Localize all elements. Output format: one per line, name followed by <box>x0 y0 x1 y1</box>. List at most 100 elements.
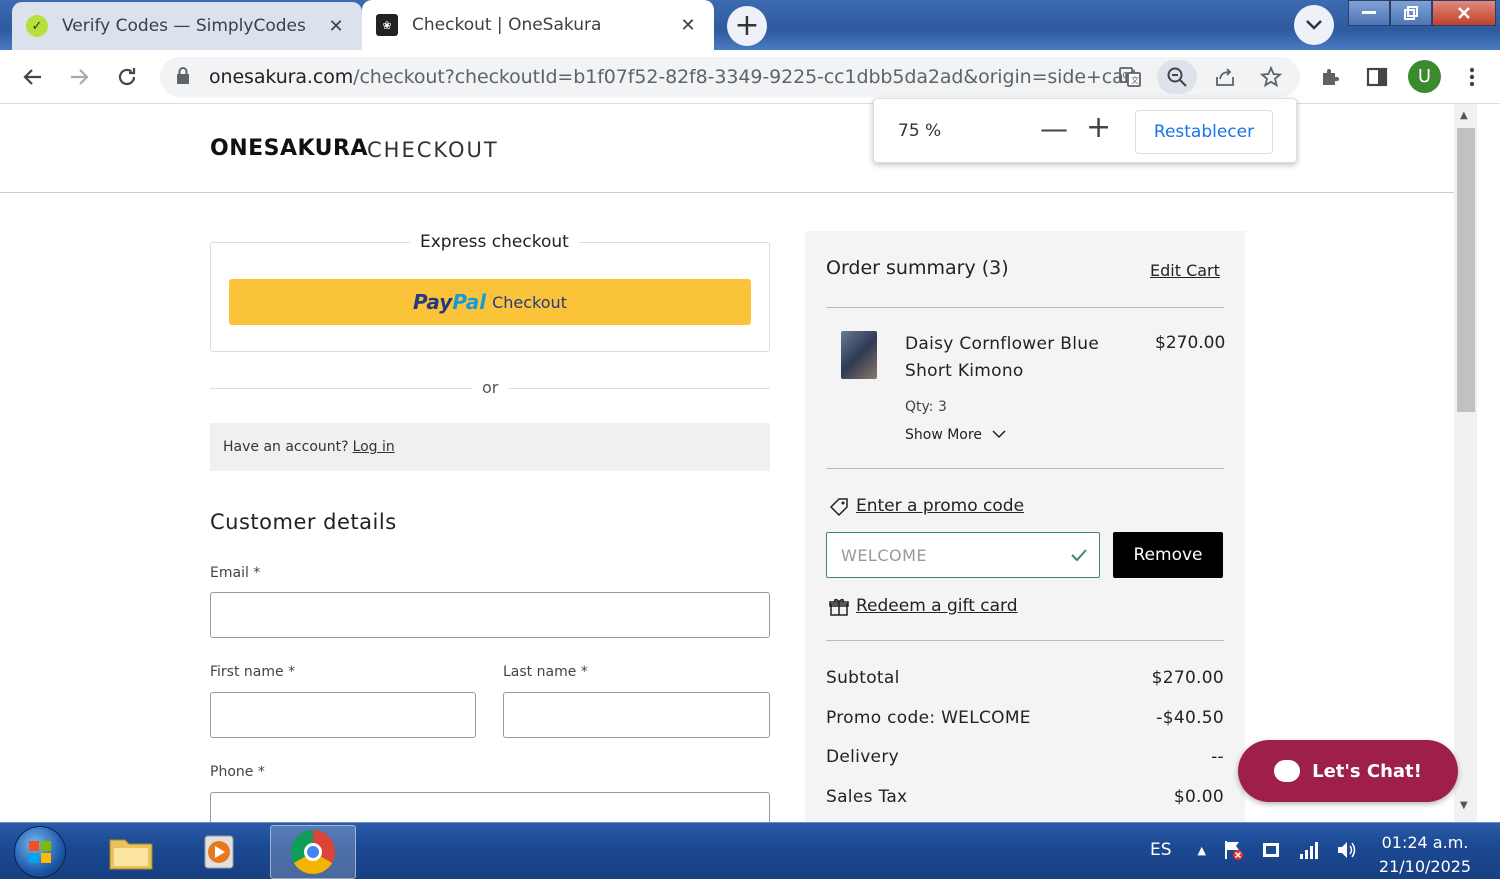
chevron-down-icon <box>1306 20 1322 30</box>
paypal-logo-pal: Pal <box>452 290 487 314</box>
show-more-button[interactable]: Show More <box>905 427 1006 443</box>
svg-text:文: 文 <box>1131 75 1139 85</box>
promo-label: Promo code: WELCOME <box>826 708 1031 728</box>
paypal-logo-pay: Pay <box>413 290 453 314</box>
taskbar-media-player[interactable] <box>188 826 250 878</box>
reload-icon <box>118 68 136 86</box>
network-adapter-icon[interactable] <box>1260 839 1282 861</box>
phone-label: Phone * <box>210 764 265 780</box>
close-window-button[interactable] <box>1432 0 1496 26</box>
url-path: /checkout?checkoutId=b1f07f52-82f8-3349-… <box>353 66 1139 88</box>
phone-field[interactable] <box>210 792 770 822</box>
close-tab-icon[interactable]: ✕ <box>324 16 348 37</box>
maximize-button[interactable] <box>1390 0 1432 26</box>
language-indicator[interactable]: ES <box>1150 840 1172 860</box>
new-tab-button[interactable]: + <box>727 6 767 46</box>
page-content: ONESAKURA CHECKOUT Express checkout Pay P… <box>0 104 1454 822</box>
order-summary-title: Order summary (3) <box>826 257 1009 279</box>
forward-arrow-icon <box>71 69 89 85</box>
minimize-button[interactable] <box>1348 0 1390 26</box>
page-title: CHECKOUT <box>367 138 499 162</box>
brand-logo[interactable]: ONESAKURA <box>210 136 368 161</box>
folder-icon <box>109 839 153 870</box>
restore-icon <box>1404 6 1418 20</box>
clock-date: 21/10/2025 <box>1378 857 1472 876</box>
last-name-label: Last name * <box>503 664 588 680</box>
profile-avatar[interactable]: U <box>1408 60 1441 93</box>
email-field[interactable] <box>210 592 770 638</box>
sales-tax-row: Sales Tax $0.00 <box>826 787 1224 807</box>
url-text[interactable]: onesakura.com/checkout?checkoutId=b1f07f… <box>209 66 1139 88</box>
promo-code-input[interactable]: WELCOME <box>826 532 1100 578</box>
remove-promo-button[interactable]: Remove <box>1113 532 1223 578</box>
translate-icon[interactable]: G文 <box>1115 62 1145 92</box>
tray-expand-icon[interactable]: ▲ <box>1198 844 1206 857</box>
taskbar-explorer[interactable] <box>100 826 162 878</box>
zoom-reset-button[interactable]: Restablecer <box>1135 110 1273 154</box>
chat-button[interactable]: Let's Chat! <box>1238 740 1458 802</box>
scrollbar-thumb[interactable] <box>1457 128 1475 412</box>
menu-kebab-icon[interactable] <box>1457 62 1487 92</box>
back-button[interactable] <box>18 62 48 92</box>
first-name-label: First name * <box>210 664 296 680</box>
taskbar-clock[interactable]: 01:24 a.m. 21/10/2025 <box>1366 831 1484 879</box>
back-arrow-icon <box>23 69 41 85</box>
paypal-checkout-label: Checkout <box>492 292 567 312</box>
subtotal-value: $270.00 <box>1151 668 1224 688</box>
signal-bars-icon[interactable] <box>1298 839 1320 861</box>
order-summary-panel: Order summary (3) Edit Cart Daisy Cornfl… <box>805 231 1245 822</box>
or-separator: or <box>482 378 499 397</box>
enter-promo-code-link[interactable]: Enter a promo code <box>856 496 1024 516</box>
tab-simplycodes[interactable]: ✓ Verify Codes — SimplyCodes ✕ <box>12 2 362 50</box>
product-qty: Qty: 3 <box>905 399 947 415</box>
side-panel-icon[interactable] <box>1362 62 1392 92</box>
first-name-field[interactable] <box>210 692 476 738</box>
divider <box>826 640 1224 641</box>
zoom-icon[interactable] <box>1157 60 1197 94</box>
tag-icon <box>829 498 848 517</box>
zoom-in-button[interactable]: + <box>1086 113 1111 143</box>
promo-row: Promo code: WELCOME -$40.50 <box>826 708 1224 728</box>
reload-button[interactable] <box>112 62 142 92</box>
delivery-row: Delivery -- <box>826 747 1224 767</box>
show-more-label: Show More <box>905 427 982 443</box>
sales-tax-label: Sales Tax <box>826 787 908 807</box>
chevron-down-icon <box>992 430 1006 439</box>
check-icon <box>1071 549 1087 562</box>
sales-tax-value: $0.00 <box>1173 787 1224 807</box>
edit-cart-link[interactable]: Edit Cart <box>1150 261 1220 280</box>
forward-button[interactable] <box>64 62 94 92</box>
delivery-value: -- <box>1211 747 1224 767</box>
bookmark-star-icon[interactable] <box>1256 62 1286 92</box>
paypal-checkout-button[interactable]: Pay Pal Checkout <box>229 279 751 325</box>
express-checkout-label: Express checkout <box>410 232 579 252</box>
scroll-down-arrow-icon[interactable]: ▼ <box>1460 800 1468 811</box>
page-scrollbar[interactable]: ▲ ▼ <box>1454 104 1477 822</box>
volume-icon[interactable] <box>1336 839 1358 861</box>
extensions-icon[interactable] <box>1315 62 1345 92</box>
product-name: Daisy Cornflower Blue Short Kimono <box>905 334 1100 381</box>
scroll-up-arrow-icon[interactable]: ▲ <box>1460 110 1468 121</box>
login-link[interactable]: Log in <box>353 439 395 455</box>
share-icon[interactable] <box>1210 62 1240 92</box>
lock-icon[interactable] <box>175 66 191 90</box>
redeem-gift-card-link[interactable]: Redeem a gift card <box>856 596 1018 616</box>
action-center-flag-icon[interactable] <box>1222 839 1244 861</box>
tab-onesakura[interactable]: ❀ Checkout | OneSakura ✕ <box>362 0 714 50</box>
taskbar-chrome[interactable] <box>270 825 356 879</box>
account-prompt: Have an account? Log in <box>210 423 770 471</box>
start-button[interactable] <box>14 826 66 878</box>
minimize-icon <box>1362 11 1376 14</box>
chrome-logo-icon <box>291 830 335 874</box>
subtotal-row: Subtotal $270.00 <box>826 668 1224 688</box>
close-icon <box>1458 7 1470 19</box>
product-price: $270.00 <box>1155 333 1226 353</box>
product-thumbnail[interactable] <box>841 331 877 379</box>
media-player-icon <box>204 835 234 869</box>
zoom-out-button[interactable]: — <box>1040 115 1068 143</box>
tab-search-button[interactable] <box>1294 5 1334 45</box>
last-name-field[interactable] <box>503 692 770 738</box>
promo-value: -$40.50 <box>1156 708 1224 728</box>
divider <box>508 388 770 389</box>
close-tab-icon[interactable]: ✕ <box>676 15 700 36</box>
